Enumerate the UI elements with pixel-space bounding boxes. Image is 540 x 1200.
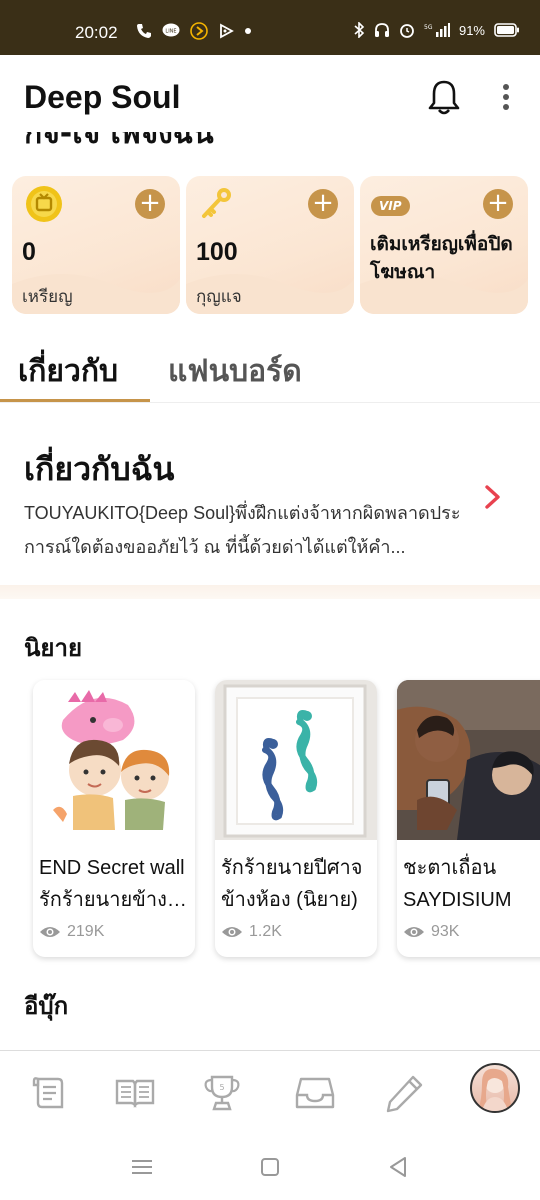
novel-card[interactable]: ชะตาเถื่อน SAYDISIUM 93K xyxy=(397,680,540,957)
notification-dot-icon xyxy=(244,27,252,35)
vip-badge: VIP xyxy=(371,196,410,216)
profile-avatar[interactable] xyxy=(470,1063,520,1113)
battery-icon xyxy=(494,23,520,37)
network-label: 5G xyxy=(424,24,433,31)
novel-views: 93K xyxy=(403,923,459,941)
novel-card[interactable]: รักร้ายนายปีศาจข้างห้อง (นิยาย) 1.2K xyxy=(215,680,377,957)
tab-fanboard[interactable]: แฟนบอร์ด xyxy=(168,348,302,395)
keys-count: 100 xyxy=(196,238,238,266)
coins-count: 0 xyxy=(22,238,36,266)
system-navigation-bar xyxy=(0,1132,540,1200)
keys-label: กุญแจ xyxy=(196,287,242,307)
bottom-navigation: 5 xyxy=(0,1050,540,1132)
inbox-icon[interactable] xyxy=(293,1071,337,1115)
media-app-icon xyxy=(190,22,208,40)
profile-tabs: เกี่ยวกับ แฟนบอร์ด xyxy=(0,330,540,405)
novel-views: 1.2K xyxy=(221,923,282,941)
scroll-icon[interactable] xyxy=(28,1071,72,1115)
clock: 20:02 xyxy=(75,23,118,42)
headphones-icon xyxy=(374,22,390,38)
phone-icon xyxy=(136,23,152,39)
about-section[interactable]: เกี่ยวกับฉัน TOUYAUKITO{Deep Soul}พึ่งฝึ… xyxy=(0,430,540,580)
novels-section-title: นิยาย xyxy=(24,634,83,662)
page-title: Deep Soul xyxy=(24,79,181,115)
novel-title: ชะตาเถื่อน SAYDISIUM xyxy=(403,857,512,911)
play-icon xyxy=(218,23,234,39)
line-app-icon: LINE xyxy=(162,23,180,39)
eye-icon xyxy=(40,927,60,937)
section-separator xyxy=(0,585,540,599)
svg-text:LINE: LINE xyxy=(165,29,176,35)
bell-icon[interactable] xyxy=(426,77,462,117)
coin-icon xyxy=(25,184,62,222)
novel-view-count: 219K xyxy=(67,923,105,940)
novel-cover-image xyxy=(33,680,195,840)
about-heading: เกี่ยวกับฉัน xyxy=(24,450,175,488)
pencil-icon[interactable] xyxy=(383,1071,427,1115)
novel-view-count: 93K xyxy=(431,923,460,940)
svg-text:5: 5 xyxy=(219,1083,224,1092)
status-bar: 20:02 LINE 5G 91% xyxy=(0,0,540,55)
ebooks-section-title: อีบุ๊ก xyxy=(24,992,69,1020)
recent-apps-icon[interactable] xyxy=(127,1152,157,1182)
alarm-icon xyxy=(399,22,415,38)
back-icon[interactable] xyxy=(383,1152,413,1182)
app-header: Deep Soul xyxy=(0,55,540,132)
novel-cover-image xyxy=(215,680,377,840)
key-icon xyxy=(198,186,234,222)
coins-card[interactable]: + 0 เหรียญ xyxy=(12,176,180,314)
more-options-icon[interactable] xyxy=(496,82,516,114)
chevron-right-icon[interactable] xyxy=(482,482,504,512)
novel-title: รักร้ายนายปีศาจข้างห้อง (นิยาย) xyxy=(221,857,363,911)
active-tab-indicator xyxy=(0,399,150,402)
keys-card[interactable]: + 100 กุญแจ xyxy=(186,176,354,314)
eye-icon xyxy=(404,927,424,937)
trophy-icon[interactable]: 5 xyxy=(200,1071,244,1115)
book-icon[interactable] xyxy=(113,1071,157,1115)
coins-label: เหรียญ xyxy=(22,287,73,307)
battery-percent: 91% xyxy=(458,22,485,38)
bluetooth-icon xyxy=(353,22,365,38)
vip-card[interactable]: VIP + เติมเหรียญเพื่อปิดโฆษณา xyxy=(360,176,528,314)
about-description: TOUYAUKITO{Deep Soul}พึ่งฝึกแต่งจ้าหากผิ… xyxy=(24,503,461,557)
novel-title: END Secret wall รักร้ายนายข้างบ้าน xyxy=(39,857,185,911)
tab-about[interactable]: เกี่ยวกับ xyxy=(18,348,118,395)
novel-views: 219K xyxy=(39,923,104,941)
eye-icon xyxy=(222,927,242,937)
vip-description: เติมเหรียญเพื่อปิดโฆษณา xyxy=(370,233,513,283)
home-icon[interactable] xyxy=(255,1152,285,1182)
add-vip-button[interactable]: + xyxy=(483,189,513,219)
add-coins-button[interactable]: + xyxy=(135,189,165,219)
tabs-divider xyxy=(0,402,540,403)
novel-card[interactable]: END Secret wall รักร้ายนายข้างบ้าน 219K xyxy=(33,680,195,957)
novel-view-count: 1.2K xyxy=(249,923,282,940)
add-keys-button[interactable]: + xyxy=(308,189,338,219)
novel-cover-image xyxy=(397,680,540,840)
signal-icon: 5G xyxy=(424,22,450,38)
